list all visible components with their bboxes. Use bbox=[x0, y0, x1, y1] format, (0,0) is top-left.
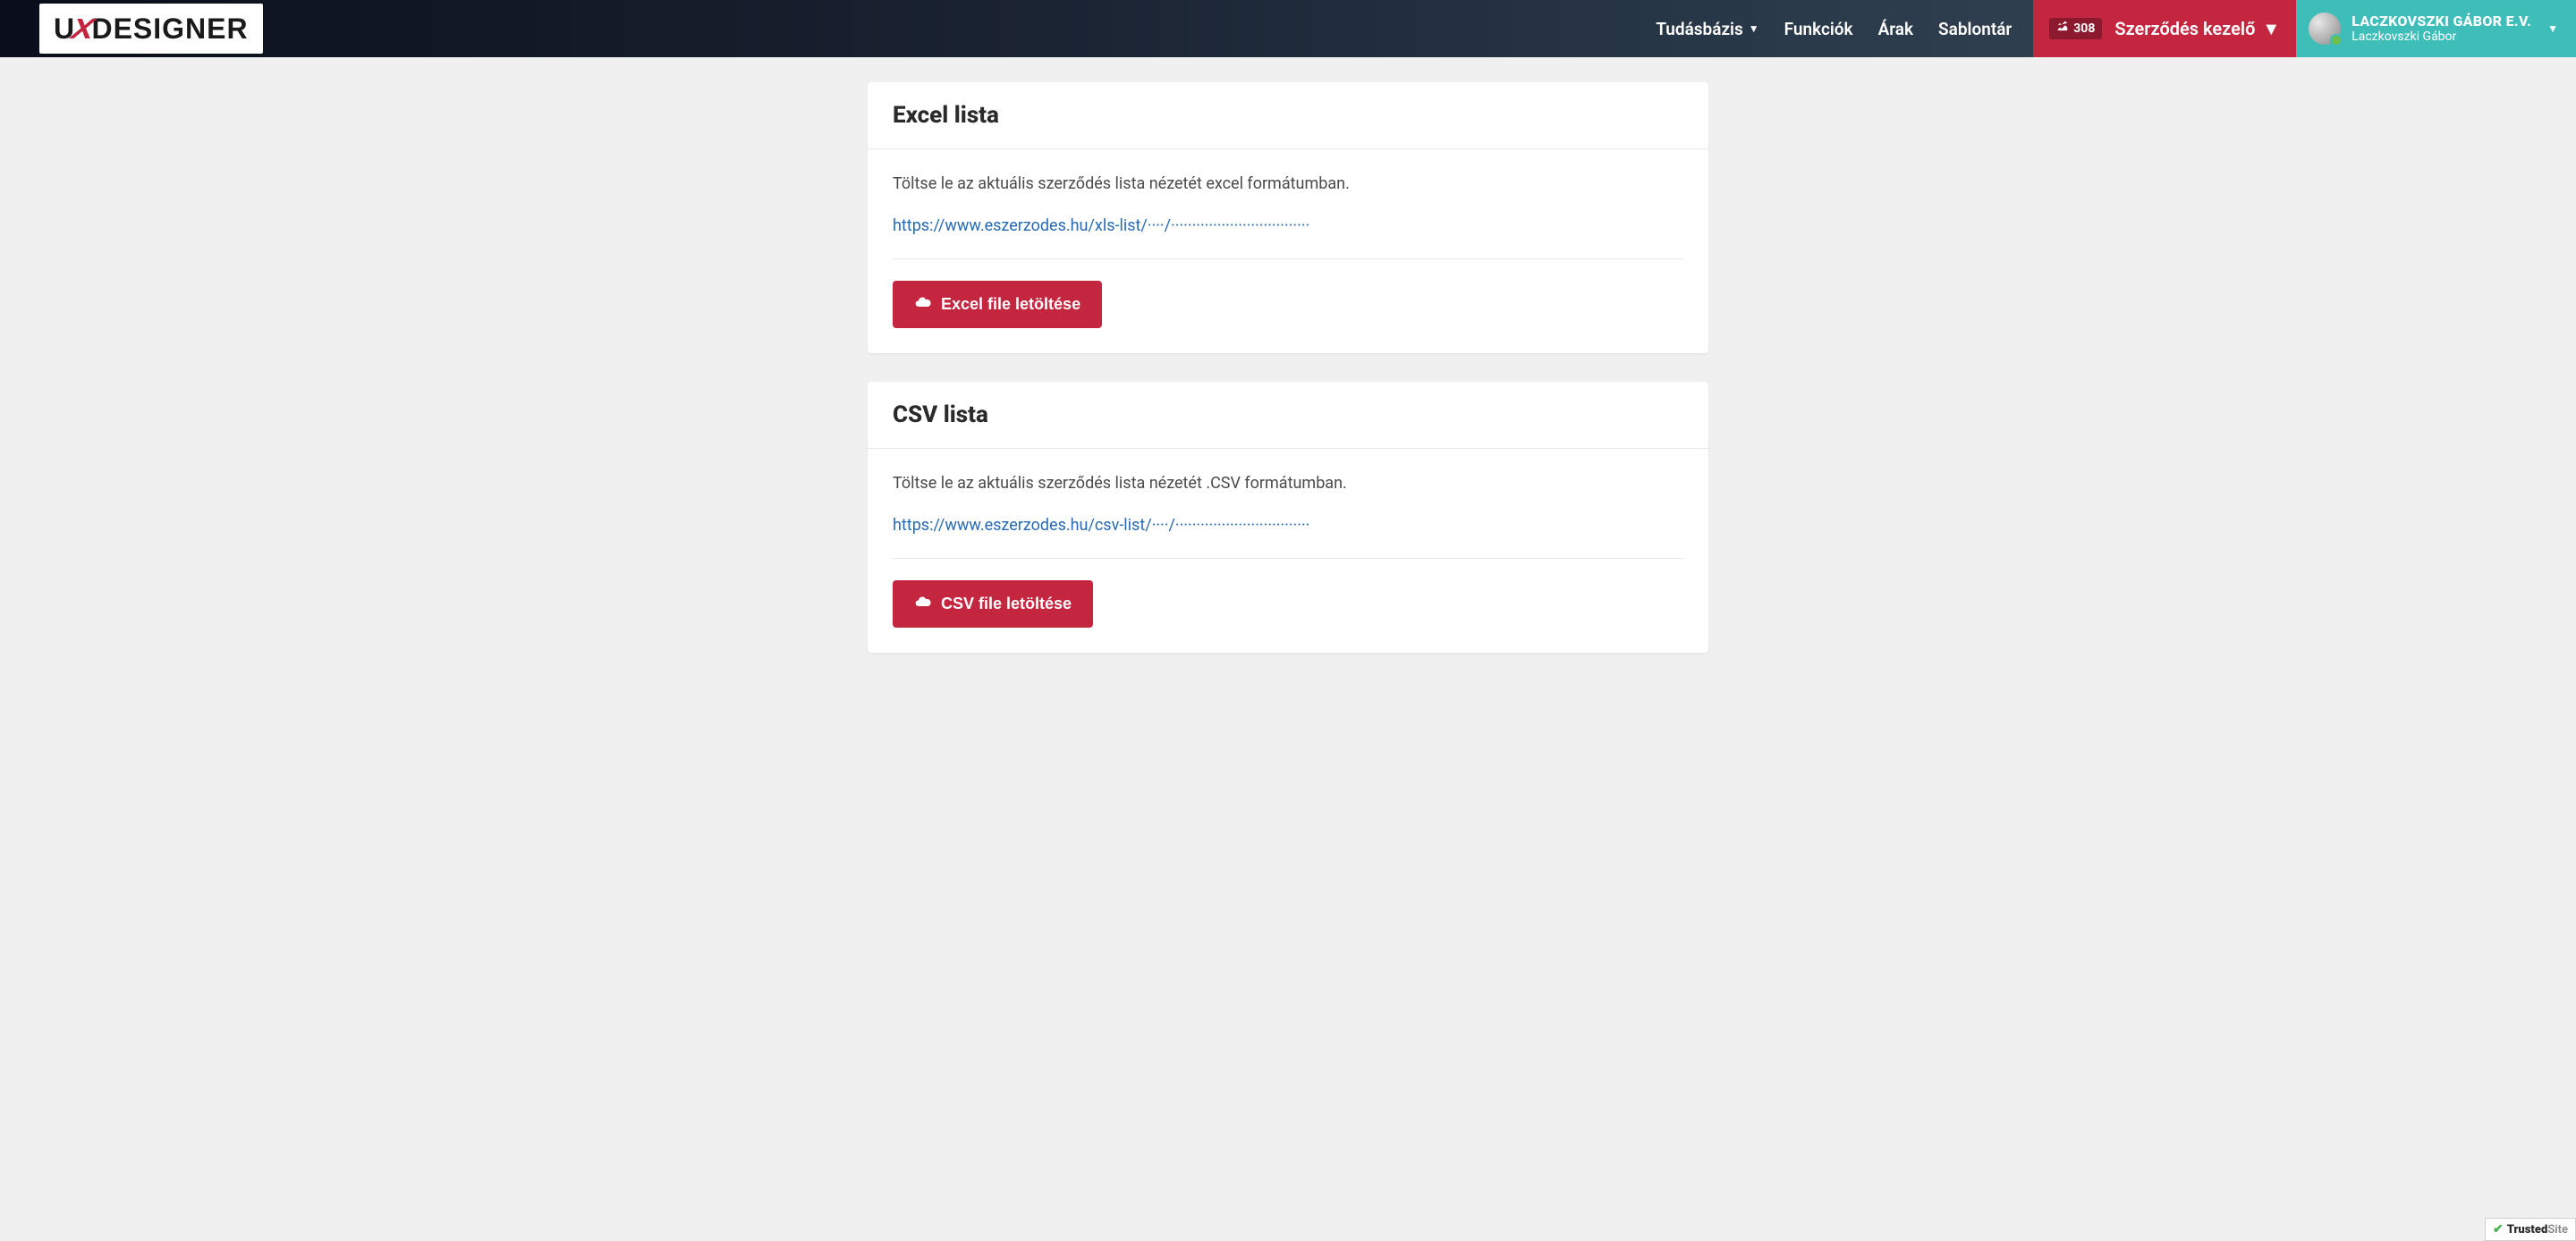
nav-links: Tudásbázis ▼ Funkciók Árak Sablontár bbox=[1656, 0, 2033, 57]
user-name: Laczkovszki Gábor bbox=[2351, 30, 2531, 45]
checkmark-icon: ✔ bbox=[2493, 1222, 2504, 1237]
contract-count-value: 308 bbox=[2073, 21, 2095, 36]
caret-down-icon: ▼ bbox=[2262, 18, 2280, 40]
csv-card-header: CSV lista bbox=[868, 382, 1708, 449]
excel-download-link[interactable]: https://www.eszerzodes.hu/xls-list/····/… bbox=[893, 216, 1683, 235]
main-header: UXDESIGNER Tudásbázis ▼ Funkciók Árak Sa… bbox=[0, 0, 2576, 57]
logo-part-designer: DESIGNER bbox=[91, 13, 248, 45]
csv-card: CSV lista Töltse le az aktuális szerződé… bbox=[868, 382, 1708, 653]
csv-card-title: CSV lista bbox=[893, 401, 1683, 428]
cloud-download-icon bbox=[914, 593, 932, 615]
nav-templates-label: Sablontár bbox=[1938, 19, 2012, 39]
excel-card-description: Töltse le az aktuális szerződés lista né… bbox=[893, 174, 1683, 193]
csv-card-body: Töltse le az aktuális szerződés lista né… bbox=[868, 449, 1708, 653]
contract-manager-section[interactable]: 308 Szerződés kezelő ▼ bbox=[2033, 0, 2296, 57]
excel-card-title: Excel lista bbox=[893, 102, 1683, 129]
trusted-site-text: TrustedSite bbox=[2507, 1223, 2568, 1237]
main-content: Excel lista Töltse le az aktuális szerző… bbox=[850, 82, 1726, 717]
nav-pricing-label: Árak bbox=[1878, 19, 1913, 39]
contract-count-badge: 308 bbox=[2049, 18, 2102, 39]
contract-manager-label-wrap: Szerződés kezelő ▼ bbox=[2114, 18, 2280, 40]
nav-knowledge-base[interactable]: Tudásbázis ▼ bbox=[1656, 19, 1758, 39]
contract-manager-label: Szerződés kezelő bbox=[2114, 18, 2255, 39]
csv-card-description: Töltse le az aktuális szerződés lista né… bbox=[893, 474, 1683, 493]
divider bbox=[893, 558, 1683, 559]
caret-down-icon: ▼ bbox=[1749, 22, 1759, 35]
nav-functions[interactable]: Funkciók bbox=[1784, 19, 1853, 39]
logo-text: UXDESIGNER bbox=[54, 13, 249, 46]
nav-pricing[interactable]: Árak bbox=[1878, 19, 1913, 39]
trusted-site-badge[interactable]: ✔ TrustedSite bbox=[2485, 1218, 2576, 1241]
user-info: LACZKOVSZKI GÁBOR E.V. Laczkovszki Gábor bbox=[2351, 13, 2531, 45]
csv-download-button-label: CSV file letöltése bbox=[941, 595, 1072, 613]
logo[interactable]: UXDESIGNER bbox=[39, 4, 263, 54]
trusted-part2: Site bbox=[2547, 1223, 2568, 1237]
excel-card-body: Töltse le az aktuális szerződés lista né… bbox=[868, 149, 1708, 353]
excel-download-button[interactable]: Excel file letöltése bbox=[893, 281, 1102, 328]
divider bbox=[893, 258, 1683, 259]
csv-download-link[interactable]: https://www.eszerzodes.hu/csv-list/····/… bbox=[893, 516, 1683, 535]
user-menu[interactable]: LACZKOVSZKI GÁBOR E.V. Laczkovszki Gábor… bbox=[2296, 0, 2576, 57]
signature-icon bbox=[2056, 21, 2069, 37]
excel-download-button-label: Excel file letöltése bbox=[941, 295, 1080, 314]
csv-download-button[interactable]: CSV file letöltése bbox=[893, 580, 1093, 628]
caret-down-icon: ▼ bbox=[2547, 22, 2558, 35]
excel-card-header: Excel lista bbox=[868, 82, 1708, 149]
user-company: LACZKOVSZKI GÁBOR E.V. bbox=[2351, 13, 2531, 30]
cloud-download-icon bbox=[914, 293, 932, 316]
trusted-part1: Trusted bbox=[2507, 1223, 2548, 1237]
nav-knowledge-base-label: Tudásbázis bbox=[1656, 19, 1742, 39]
main-nav: Tudásbázis ▼ Funkciók Árak Sablontár 308… bbox=[1656, 0, 2576, 57]
avatar bbox=[2309, 13, 2341, 45]
nav-templates[interactable]: Sablontár bbox=[1938, 19, 2012, 39]
status-online-icon bbox=[2330, 34, 2343, 46]
nav-functions-label: Funkciók bbox=[1784, 19, 1853, 39]
excel-card: Excel lista Töltse le az aktuális szerző… bbox=[868, 82, 1708, 353]
